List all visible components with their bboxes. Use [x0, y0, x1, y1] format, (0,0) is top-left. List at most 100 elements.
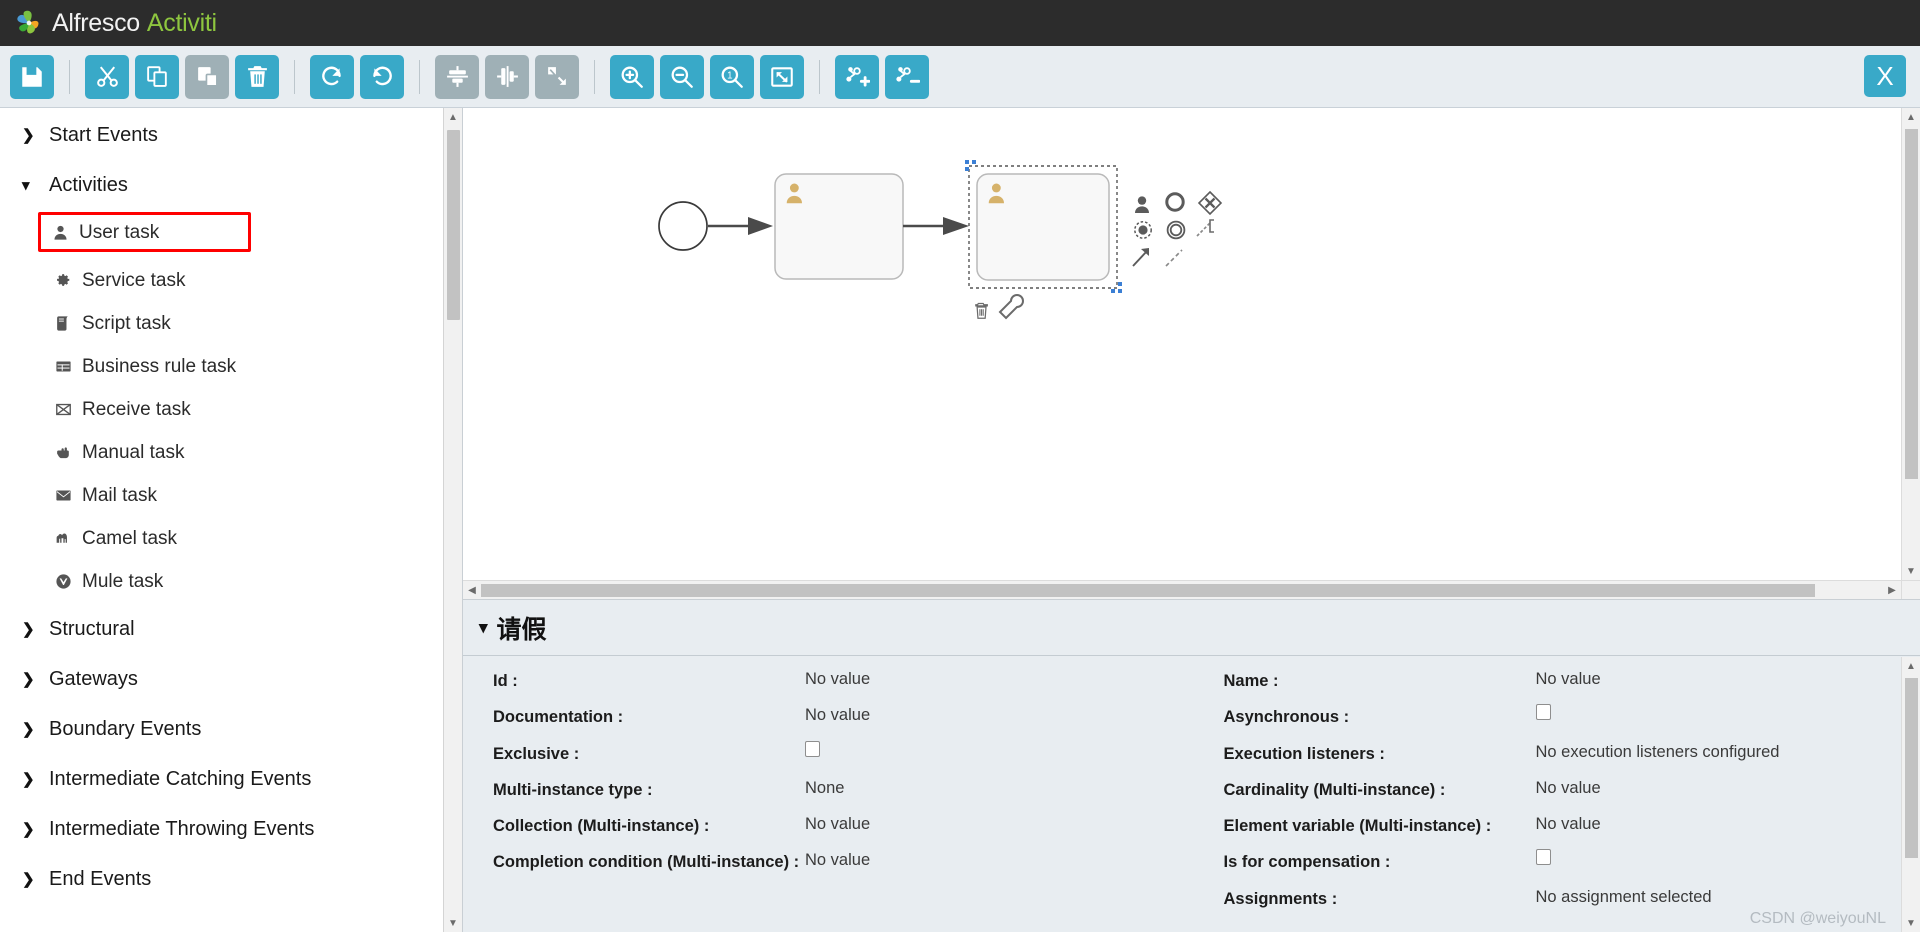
redo-button[interactable]: [310, 54, 354, 99]
property-value[interactable]: No value: [805, 704, 870, 726]
palette-item-manual-task[interactable]: Manual task: [42, 437, 255, 467]
canvas-quick-menu[interactable]: [1132, 190, 1223, 267]
mail-icon: [52, 487, 74, 504]
palette-item-service-task[interactable]: Service task: [42, 265, 255, 295]
zoom-actual-button[interactable]: 1: [710, 54, 754, 99]
palette-group-intermediate-throwing-events[interactable]: ❯ Intermediate Throwing Events: [22, 818, 462, 841]
palette-group-start-events[interactable]: ❯ Start Events: [22, 124, 462, 147]
property-value: [805, 740, 820, 763]
property-value[interactable]: No value: [805, 668, 870, 690]
start-event[interactable]: [658, 201, 708, 251]
quick-menu-association-icon[interactable]: [1165, 249, 1183, 267]
palette-item-camel-task[interactable]: Camel task: [42, 523, 255, 553]
palette-scrollbar-thumb[interactable]: [447, 130, 460, 320]
user-task-1[interactable]: [774, 173, 904, 280]
palette-item-user-task[interactable]: User task: [38, 212, 251, 252]
cut-button[interactable]: [85, 54, 129, 99]
property-value[interactable]: No value: [805, 813, 870, 835]
palette-group-end-events[interactable]: ❯ End Events: [22, 868, 462, 891]
palette-item-script-task[interactable]: Script task: [42, 308, 255, 338]
property-value[interactable]: None: [805, 777, 844, 799]
is-for-compensation-checkbox[interactable]: [1535, 849, 1551, 866]
canvas-hscroll-thumb[interactable]: [481, 583, 1815, 597]
remove-bendpoint-button[interactable]: [885, 54, 929, 99]
property-value[interactable]: No assignment selected: [1536, 886, 1712, 908]
exclusive-checkbox[interactable]: [805, 740, 820, 757]
palette-item-label: Service task: [82, 269, 186, 291]
property-row-cardinality: Cardinality (Multi-instance) : No value: [1224, 777, 1920, 801]
property-label: Cardinality (Multi-instance) :: [1223, 780, 1446, 799]
property-value[interactable]: No value: [805, 849, 870, 871]
palette-group-activities[interactable]: ▾ Activities: [22, 174, 462, 197]
scroll-right-arrow-icon[interactable]: ▶: [1883, 585, 1901, 596]
sequence-flow-2[interactable]: [903, 217, 969, 235]
quick-menu-text-annotation-icon[interactable]: [1196, 219, 1214, 237]
copy-button[interactable]: [135, 54, 179, 99]
mule-icon: [52, 573, 74, 590]
asynchronous-checkbox[interactable]: [1535, 704, 1551, 721]
selection-action-delete[interactable]: [975, 302, 991, 319]
gear-icon: [52, 272, 74, 289]
zoom-in-icon: [621, 66, 643, 88]
canvas-horizontal-scrollbar[interactable]: ◀ ▶: [463, 580, 1901, 599]
bpmn-canvas[interactable]: [463, 108, 1901, 580]
palette-group-label: End Events: [49, 868, 152, 890]
scroll-down-arrow-icon[interactable]: ▼: [1902, 914, 1920, 932]
palette-group-label: Gateways: [49, 668, 138, 690]
scroll-down-arrow-icon[interactable]: ▼: [1902, 562, 1920, 580]
property-label: Assignments :: [1223, 889, 1338, 908]
palette-group-structural[interactable]: ❯ Structural: [22, 618, 462, 641]
scroll-up-arrow-icon[interactable]: ▲: [1902, 108, 1920, 126]
quick-menu-end-event-icon[interactable]: [1165, 192, 1185, 212]
add-bendpoint-button[interactable]: [835, 54, 879, 99]
canvas-vscroll-thumb[interactable]: [1905, 129, 1918, 479]
property-label: Collection (Multi-instance) :: [493, 817, 710, 836]
property-value: [1535, 704, 1551, 726]
canvas-vertical-scrollbar[interactable]: ▲ ▼: [1901, 108, 1920, 580]
palette-group-intermediate-catching-events[interactable]: ❯ Intermediate Catching Events: [22, 768, 462, 791]
property-row-completion-condition: Completion condition (Multi-instance) : …: [493, 849, 1192, 873]
property-value[interactable]: No execution listeners configured: [1536, 741, 1780, 763]
save-button[interactable]: [10, 54, 54, 99]
zoom-in-button[interactable]: [610, 54, 654, 99]
zoom-out-button[interactable]: [660, 54, 704, 99]
chevron-down-icon: ▾: [479, 617, 488, 637]
property-row-asynchronous: Asynchronous :: [1224, 704, 1920, 728]
property-value[interactable]: No value: [1536, 777, 1601, 799]
palette-item-receive-task[interactable]: Receive task: [42, 394, 255, 424]
palette-scrollbar[interactable]: ▲ ▼: [443, 108, 462, 932]
sequence-flow-1[interactable]: [708, 217, 773, 235]
property-label: Name :: [1223, 672, 1279, 690]
palette-item-business-rule-task[interactable]: Business rule task: [42, 351, 255, 381]
quick-menu-user-task-icon[interactable]: [1135, 196, 1149, 213]
quick-menu-boundary-timer-icon[interactable]: [1134, 221, 1152, 239]
scroll-up-arrow-icon[interactable]: ▲: [444, 108, 462, 126]
quick-menu-intermediate-event-icon[interactable]: [1166, 220, 1186, 240]
undo-button[interactable]: [360, 54, 404, 99]
close-editor-button[interactable]: X: [1864, 55, 1906, 97]
properties-scrollbar-thumb[interactable]: [1905, 678, 1918, 858]
scroll-down-arrow-icon[interactable]: ▼: [444, 914, 462, 932]
quick-menu-sequence-flow-icon[interactable]: [1132, 248, 1149, 267]
chevron-right-icon: ❯: [22, 621, 35, 638]
selection-action-morph[interactable]: [998, 294, 1024, 320]
palette-item-mail-task[interactable]: Mail task: [42, 480, 255, 510]
delete-button[interactable]: [235, 54, 279, 99]
palette-item-mule-task[interactable]: Mule task: [42, 566, 255, 596]
undo-arrow-icon: [373, 66, 392, 85]
property-label: Asynchronous :: [1223, 708, 1350, 727]
scroll-up-arrow-icon[interactable]: ▲: [1902, 657, 1920, 675]
user-task-2[interactable]: [968, 165, 1118, 289]
property-value[interactable]: No value: [1536, 813, 1601, 835]
zoom-fit-button[interactable]: [760, 54, 804, 99]
scroll-left-arrow-icon[interactable]: ◀: [463, 585, 481, 596]
properties-scrollbar[interactable]: ▲ ▼: [1901, 657, 1920, 932]
property-row-is-for-compensation: Is for compensation :: [1224, 849, 1920, 873]
palette-item-label: Receive task: [82, 398, 191, 420]
quick-menu-gateway-icon[interactable]: [1197, 190, 1223, 216]
palette-group-gateways[interactable]: ❯ Gateways: [22, 668, 462, 691]
palette-group-boundary-events[interactable]: ❯ Boundary Events: [22, 718, 462, 741]
property-value[interactable]: No value: [1536, 668, 1601, 690]
properties-panel-header[interactable]: ▾ 请假: [463, 600, 1920, 656]
property-row-documentation: Documentation : No value: [493, 704, 1192, 728]
